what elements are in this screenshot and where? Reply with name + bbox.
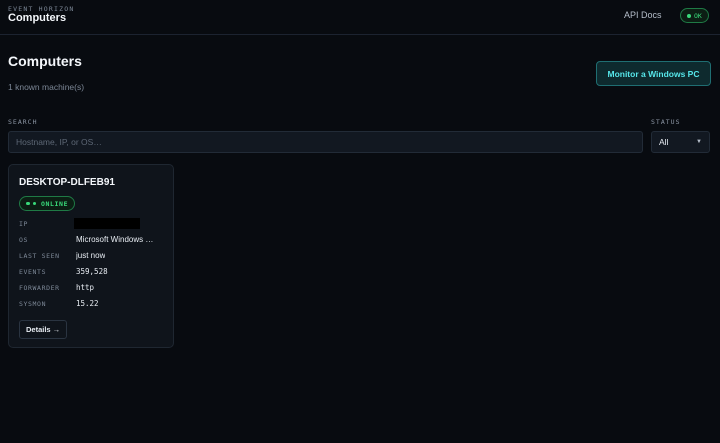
last-seen-label: LAST SEEN: [19, 252, 60, 260]
last-seen-value: just now: [76, 251, 106, 260]
chevron-down-icon: ▼: [696, 139, 702, 145]
status-dot-icon: [26, 201, 30, 206]
health-status-badge: OK: [680, 8, 709, 23]
online-status-text: ONLINE: [41, 199, 69, 208]
computer-card: DESKTOP-DLFEB91 ONLINE IP OS Microsoft W…: [8, 164, 174, 348]
top-bar: EVENT HORIZON Computers API Docs OK: [0, 0, 720, 35]
page-title: Computers: [8, 53, 82, 69]
online-status-badge: ONLINE: [19, 196, 76, 211]
sysmon-value: 15.22: [76, 299, 99, 308]
status-dot-icon: [687, 13, 691, 18]
sysmon-row: SYSMON 15.22: [19, 299, 169, 311]
ip-label: IP: [19, 220, 29, 228]
forwarder-label: FORWARDER: [19, 284, 60, 292]
forwarder-value: http: [76, 283, 95, 292]
brand-title: Computers: [8, 12, 67, 24]
computer-hostname: DESKTOP-DLFEB91: [19, 177, 115, 188]
ip-row: IP: [19, 218, 169, 231]
health-status-text: OK: [694, 11, 702, 20]
status-select[interactable]: All ▼: [651, 131, 710, 153]
machine-count: 1 known machine(s): [8, 82, 85, 92]
os-row: OS Microsoft Windows …: [19, 235, 169, 247]
api-docs-link[interactable]: API Docs: [624, 10, 662, 20]
redacted-ip-block: [74, 218, 140, 229]
search-label: SEARCH: [8, 118, 38, 126]
forwarder-row: FORWARDER http: [19, 283, 169, 295]
events-row: EVENTS 359,528: [19, 267, 169, 279]
sysmon-label: SYSMON: [19, 300, 47, 308]
status-label: STATUS: [651, 118, 681, 126]
events-value: 359,528: [76, 267, 108, 276]
os-value: Microsoft Windows …: [76, 235, 154, 244]
monitor-windows-pc-button[interactable]: Monitor a Windows PC: [596, 61, 711, 86]
status-dot-icon: [32, 201, 36, 206]
last-seen-row: LAST SEEN just now: [19, 251, 169, 263]
details-button[interactable]: Details →: [19, 320, 68, 339]
os-label: OS: [19, 236, 29, 244]
search-input[interactable]: [8, 131, 643, 153]
status-select-value: All: [659, 137, 669, 147]
events-label: EVENTS: [19, 268, 47, 276]
